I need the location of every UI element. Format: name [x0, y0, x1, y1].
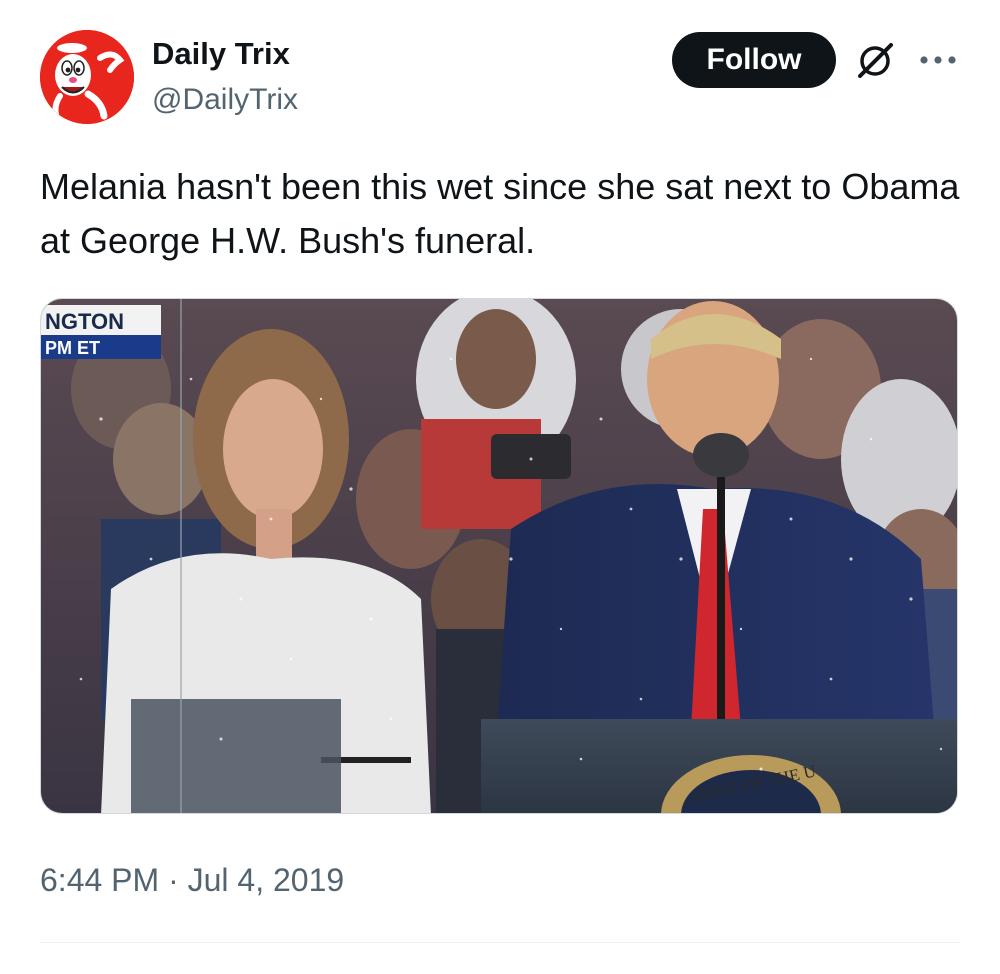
chyron-bottom: PM ET	[45, 338, 100, 358]
divider	[40, 942, 960, 943]
author-handle[interactable]: @DailyTrix	[152, 80, 298, 120]
tweet-timestamp[interactable]: 6:44 PM · Jul 4, 2019	[40, 860, 344, 900]
tweet-text: Melania hasn't been this wet since she s…	[40, 166, 960, 261]
trix-rabbit-avatar-icon	[40, 30, 134, 124]
event-photo: DENT OF THE U NGTON PM ET	[41, 299, 957, 813]
author-display-name[interactable]: Daily Trix	[152, 34, 290, 74]
more-icon[interactable]	[916, 50, 960, 70]
avatar[interactable]	[40, 30, 134, 124]
follow-button[interactable]: Follow	[672, 32, 836, 88]
tweet-media-image[interactable]: DENT OF THE U NGTON PM ET	[40, 298, 958, 814]
grok-icon[interactable]	[854, 40, 896, 82]
chyron-top: NGTON	[45, 309, 124, 334]
